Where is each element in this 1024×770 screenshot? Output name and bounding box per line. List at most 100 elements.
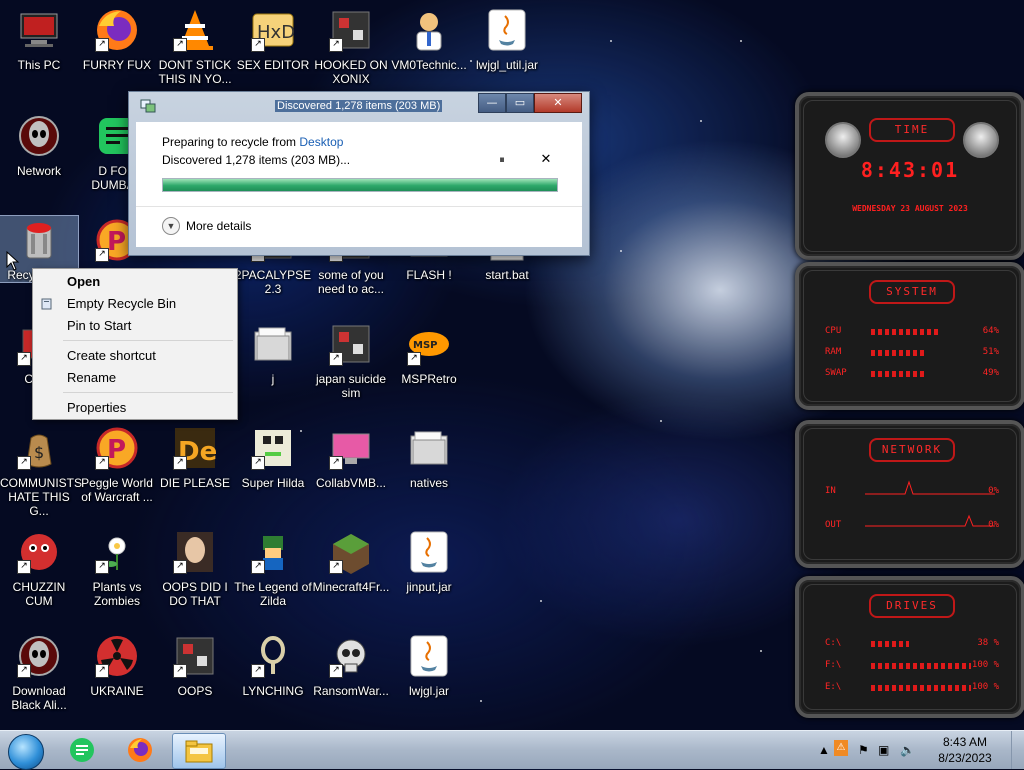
desktop-icon-label: HOOKED ON XONIX <box>314 58 388 86</box>
window-close-button[interactable]: ✕ <box>534 93 582 113</box>
desktop-icon-label: Plants vs Zombies <box>92 580 142 608</box>
alien-logo-icon <box>963 122 999 158</box>
desktop-icon-label: MSPRetro <box>401 372 457 386</box>
drive-row: F:\ 100 % <box>825 660 999 674</box>
desktop-icon-natives[interactable]: natives <box>390 424 468 490</box>
desktop-icon-collabvmb[interactable]: ↗ CollabVMB... <box>312 424 390 490</box>
pixel-hero-icon: ↗ <box>249 528 297 576</box>
menu-separator <box>63 392 233 393</box>
desktop-icon-download-black-ali[interactable]: ↗ Download Black Ali... <box>0 632 78 712</box>
drive-row: E:\ 100 % <box>825 682 999 696</box>
shortcut-arrow-icon: ↗ <box>17 664 31 678</box>
taskbar-firefox[interactable] <box>118 733 162 767</box>
gadget-network-panel[interactable]: NETWORK IN 0% OUT 0% <box>795 420 1024 568</box>
desktop-icon-lwjgl-util[interactable]: lwjgl_util.jar <box>468 6 546 72</box>
desktop-icon-this-pc[interactable]: This PC <box>0 6 78 72</box>
drive-usage-value: 100 % <box>971 660 999 670</box>
desktop-icon-ukraine[interactable]: ↗ UKRAINE <box>78 632 156 698</box>
drive-usage-bar <box>871 685 971 691</box>
desktop-icon-lynching[interactable]: ↗ LYNCHING <box>234 632 312 698</box>
desktop-icon-super-hilda[interactable]: ↗ Super Hilda <box>234 424 312 490</box>
shortcut-arrow-icon: ↗ <box>95 560 109 574</box>
desktop-icon-minecraft4fr[interactable]: ↗ Minecraft4Fr... <box>312 528 390 594</box>
menu-item-properties[interactable]: Properties <box>33 397 237 419</box>
desktop-icon-communists[interactable]: $ ↗ COMMUNISTS HATE THIS G... <box>0 424 82 518</box>
start-button[interactable] <box>8 734 44 770</box>
desktop-icon-chuzzin-cum[interactable]: ↗ CHUZZIN CUM <box>0 528 78 608</box>
show-hidden-icons-icon[interactable]: ▲ <box>818 743 830 757</box>
desktop-icon-hooked-on-xonix[interactable]: ↗ HOOKED ON XONIX <box>312 6 390 86</box>
recycle-progress-dialog[interactable]: Discovered 1,278 items (203 MB) — ▭ ✕ Pr… <box>128 91 590 256</box>
desktop-icon-network[interactable]: Network <box>0 112 78 178</box>
taskbar-clock-date[interactable]: 8/23/2023 <box>930 751 1000 765</box>
desktop-icon-furry-fux[interactable]: ↗ FURRY FUX <box>78 6 156 72</box>
desktop-icon-legend-of-zilda[interactable]: ↗ The Legend of Zilda <box>234 528 312 608</box>
dialog-title: Discovered 1,278 items (203 MB) <box>275 100 443 112</box>
time-header: TIME <box>869 118 955 142</box>
recycle-bin-icon <box>15 216 63 264</box>
desktop-icon-dont-stick[interactable]: ↗ DONT STICK THIS IN YO... <box>156 6 234 86</box>
dialog-divider <box>136 206 582 207</box>
system-metric-bar <box>871 350 928 356</box>
svg-text:$: $ <box>34 443 44 462</box>
app-tray-icon[interactable]: ⚠ <box>834 740 848 756</box>
menu-item-create-shortcut[interactable]: Create shortcut <box>33 345 237 367</box>
desktop-icon-vm0technic[interactable]: VM0Technic... <box>390 6 468 72</box>
action-center-flag-icon[interactable]: ⚑ <box>858 743 869 757</box>
desktop-icon-label: SEX EDITOR <box>236 58 310 72</box>
desktop-icon-lwjgl-jar[interactable]: lwjgl.jar <box>390 632 468 698</box>
taskbar-file-explorer[interactable] <box>172 733 226 769</box>
desktop-icon-japan-suicide-sim[interactable]: ↗ japan suicide sim <box>312 320 390 400</box>
desktop-icon-die-please[interactable]: De ↗ DIE PLEASE <box>156 424 234 490</box>
menu-item-label: Empty Recycle Bin <box>67 296 177 311</box>
show-desktop-button[interactable] <box>1011 731 1024 769</box>
shortcut-arrow-icon: ↗ <box>329 352 343 366</box>
gadget-time-panel[interactable]: TIME 8:43:01 WEDNESDAY 23 AUGUST 2023 <box>795 92 1024 260</box>
gadget-system-panel[interactable]: SYSTEM CPU 64% RAM 51% SWAP 49% <box>795 262 1024 410</box>
menu-item-pin-to-start[interactable]: Pin to Start <box>33 315 237 337</box>
taskbar-chat-app[interactable] <box>60 733 104 767</box>
desktop-icon-label: FLASH ! <box>406 268 452 282</box>
desktop-icon-label: japan suicide sim <box>315 372 387 400</box>
desktop-icon-oops[interactable]: ↗ OOPS <box>156 632 234 698</box>
volume-icon[interactable]: 🔈 <box>900 743 915 757</box>
desktop-icon-plants-vs-zombies[interactable]: ↗ Plants vs Zombies <box>78 528 156 608</box>
pause-button[interactable]: ⏸ <box>494 152 510 168</box>
desktop-link[interactable]: Desktop <box>299 135 343 149</box>
firefox-icon: ↗ <box>93 6 141 54</box>
drive-label: C:\ <box>825 638 842 648</box>
gadget-drives-panel[interactable]: DRIVES C:\ 38 % F:\ 100 % E:\ 100 % <box>795 576 1024 718</box>
maximize-button[interactable]: ▭ <box>506 93 534 113</box>
desktop-icon-label: some of you need to ac... <box>317 268 385 296</box>
desktop-icon-ransomwar[interactable]: ↗ RansomWar... <box>312 632 390 698</box>
minimize-button[interactable]: — <box>478 93 506 113</box>
desktop-icon-jinput-jar[interactable]: jinput.jar <box>390 528 468 594</box>
cancel-button[interactable]: ✕ <box>538 152 554 168</box>
shortcut-arrow-icon: ↗ <box>329 560 343 574</box>
desktop-icon-msp-retro[interactable]: MSP ↗ MSPRetro <box>390 320 468 386</box>
status-line-count: Discovered 1,278 items (203 MB)... <box>162 153 351 167</box>
desktop-icon-label: DONT STICK THIS IN YO... <box>158 58 232 86</box>
taskbar-clock-time[interactable]: 8:43 AM <box>930 735 1000 749</box>
desktop-icon-j-folder[interactable]: j <box>234 320 312 386</box>
menu-item-label: Pin to Start <box>67 318 132 333</box>
dialog-titlebar[interactable]: Discovered 1,278 items (203 MB) — ▭ ✕ <box>129 92 589 120</box>
menu-item-open[interactable]: Open <box>33 271 237 293</box>
system-metric-value: 51% <box>982 347 999 357</box>
shortcut-arrow-icon: ↗ <box>17 352 31 366</box>
desktop-icon-oops-did-i[interactable]: ↗ OOPS DID I DO THAT <box>156 528 234 608</box>
desktop-icon-peggle-world[interactable]: P ↗ Peggle World of Warcraft ... <box>78 424 156 504</box>
more-details-toggle[interactable]: ▼ More details <box>162 217 251 235</box>
menu-item-rename[interactable]: Rename <box>33 367 237 389</box>
menu-item-empty-recycle-bin[interactable]: Empty Recycle Bin <box>33 293 237 315</box>
network-header: NETWORK <box>869 438 955 462</box>
desktop-icon-label: UKRAINE <box>90 684 144 698</box>
peggle-icon: P ↗ <box>93 424 141 472</box>
computer-icon <box>15 6 63 54</box>
network-status-icon[interactable]: ▣ <box>878 743 889 757</box>
network-in-value: 0% <box>988 486 999 496</box>
shortcut-arrow-icon: ↗ <box>251 560 265 574</box>
desktop-icon-sex-editor[interactable]: HxD ↗ SEX EDITOR <box>234 6 312 72</box>
folder-icon <box>249 320 297 368</box>
desktop-icon-label: Super Hilda <box>241 476 305 490</box>
